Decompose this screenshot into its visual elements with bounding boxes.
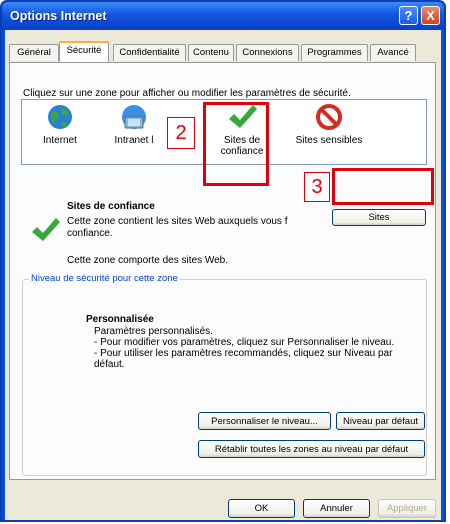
tab-content[interactable]: Contenu: [188, 44, 234, 61]
sites-button[interactable]: Sites: [332, 209, 426, 226]
default-level-button[interactable]: Niveau par défaut: [336, 412, 425, 430]
security-level-title: Personnalisée: [86, 314, 154, 325]
dialog-footer: OK Annuler Appliquer: [5, 485, 441, 520]
forbidden-icon: [316, 104, 342, 130]
step2-label: 2: [167, 117, 195, 149]
security-level-desc: défaut.: [94, 359, 125, 370]
reset-all-zones-button[interactable]: Rétablir toutes les zones au niveau par …: [198, 440, 425, 458]
zone-internet[interactable]: Internet: [30, 102, 90, 146]
tab-connections[interactable]: Connexions: [236, 44, 299, 61]
ok-button[interactable]: OK: [228, 499, 295, 518]
zone-label: Sites sensibles: [295, 135, 363, 146]
security-level-desc: Paramètres personnalisés.: [94, 326, 213, 337]
title-bar[interactable]: Options Internet ? X: [2, 2, 444, 30]
security-level-desc: - Pour modifier vos paramètres, cliquez …: [94, 337, 395, 348]
selected-zone-title: Sites de confiance: [67, 201, 155, 212]
zone-description-line2: confiance.: [67, 228, 113, 239]
tab-security[interactable]: Sécurité: [59, 41, 109, 62]
cancel-button[interactable]: Annuler: [303, 499, 370, 518]
step2-highlight-box: [203, 102, 269, 186]
close-icon: X: [426, 8, 435, 23]
zone-label: Intranet l: [114, 135, 154, 146]
step3-highlight-box: [332, 168, 434, 205]
options-internet-window: Options Internet ? X Général Sécurité Co…: [0, 0, 446, 522]
custom-level-button[interactable]: Personnaliser le niveau...: [198, 412, 331, 430]
zone-instruction: Cliquez sur une zone pour afficher ou mo…: [23, 88, 351, 99]
security-level-desc: - Pour utiliser les paramètres recommand…: [94, 348, 393, 359]
help-button[interactable]: ?: [399, 6, 418, 25]
zone-label: Internet: [43, 135, 77, 146]
tab-programs[interactable]: Programmes: [301, 44, 368, 61]
help-icon: ?: [404, 8, 413, 23]
security-level-group: Niveau de sécurité pour cette zone Perso…: [22, 273, 427, 476]
step3-label: 3: [304, 172, 330, 202]
intranet-icon: [122, 105, 146, 129]
zone-info: Cette zone comporte des sites Web.: [67, 255, 229, 266]
zone-restricted-sites[interactable]: Sites sensibles: [284, 102, 374, 146]
apply-button[interactable]: Appliquer: [378, 499, 436, 518]
globe-icon: [48, 105, 72, 129]
tab-privacy[interactable]: Confidentialité: [113, 44, 186, 61]
security-level-group-title: Niveau de sécurité pour cette zone: [29, 273, 180, 284]
tab-advanced[interactable]: Avancé: [370, 44, 416, 61]
close-button[interactable]: X: [421, 6, 440, 25]
zone-description-line1: Cette zone contient les sites Web auxque…: [67, 216, 288, 227]
tab-general[interactable]: Général: [9, 44, 59, 61]
window-title: Options Internet: [10, 9, 107, 23]
zone-intranet[interactable]: Intranet l: [104, 102, 164, 146]
checkmark-icon: [32, 218, 60, 241]
